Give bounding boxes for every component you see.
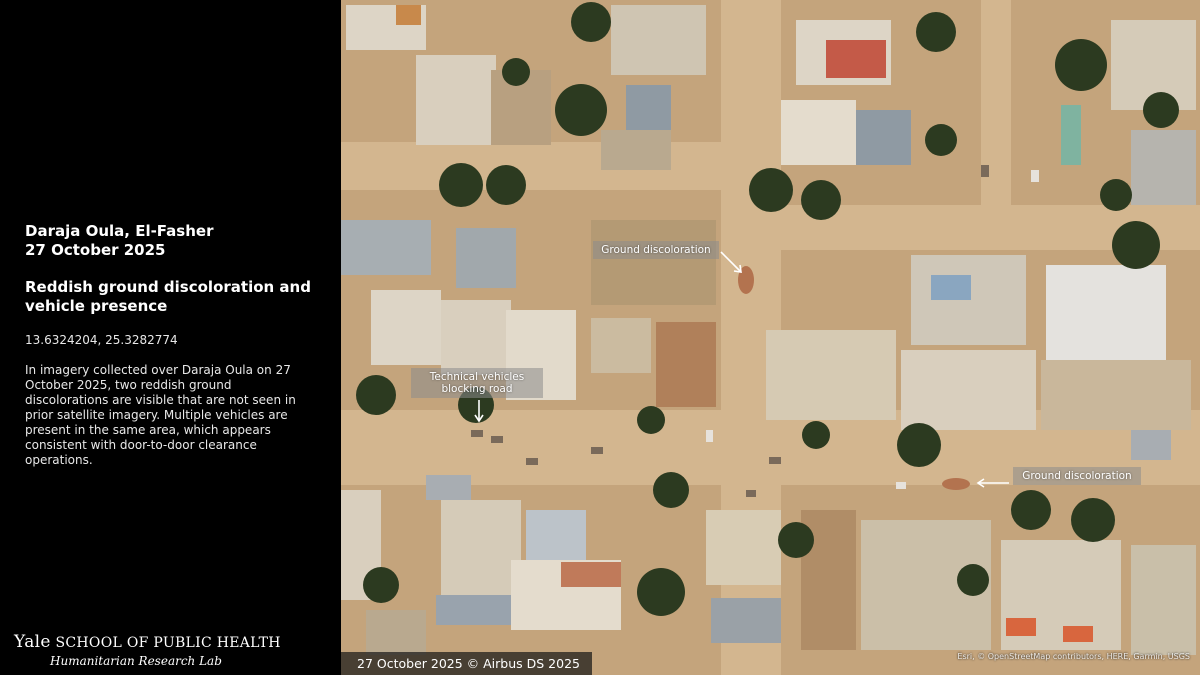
compound (601, 130, 671, 170)
compound (591, 220, 716, 305)
tree (637, 568, 685, 616)
building (436, 595, 511, 625)
vehicle (1031, 170, 1039, 182)
vehicle (591, 447, 603, 454)
building (441, 500, 521, 600)
location-title: Daraja Oula, El-Fasher (25, 222, 214, 240)
tree (802, 421, 830, 449)
building (1131, 545, 1196, 655)
tree (916, 12, 956, 52)
tree (749, 168, 793, 212)
imagery-credit: 27 October 2025 © Airbus DS 2025 (341, 652, 592, 675)
tree (1100, 179, 1132, 211)
tree (486, 165, 526, 205)
satellite-image: Ground discoloration Technical vehicles … (341, 0, 1200, 675)
building (1063, 626, 1093, 642)
tree (439, 163, 483, 207)
building (1046, 265, 1166, 360)
satellite-scene (341, 0, 1200, 675)
tree (925, 124, 957, 156)
info-panel: Daraja Oula, El-Fasher 27 October 2025 R… (0, 0, 340, 675)
building (1006, 618, 1036, 636)
building (526, 510, 586, 565)
yale-logo: Yale SCHOOL OF PUBLIC HEALTH Humanitaria… (14, 632, 281, 668)
vehicle (896, 482, 906, 489)
vehicle (769, 457, 781, 464)
label-technical-vehicles: Technical vehicles blocking road (411, 368, 543, 398)
vehicle (746, 490, 756, 497)
finding-headline: Reddish ground discoloration and vehicle… (25, 278, 311, 315)
school-wordmark: SCHOOL OF PUBLIC HEALTH (55, 635, 281, 651)
yale-wordmark: Yale (14, 632, 51, 652)
tree (1143, 92, 1179, 128)
building (611, 5, 706, 75)
yale-school-name: Yale SCHOOL OF PUBLIC HEALTH (14, 632, 281, 652)
building (856, 110, 911, 165)
building (1131, 130, 1196, 205)
tree (363, 567, 399, 603)
finding-description: In imagery collected over Daraja Oula on… (25, 363, 296, 467)
vehicle (491, 436, 503, 443)
building (441, 300, 511, 375)
map-attribution: Esri, © OpenStreetMap contributors, HERE… (957, 652, 1190, 661)
tree (571, 2, 611, 42)
building (426, 475, 471, 500)
tree (1071, 498, 1115, 542)
tree (801, 180, 841, 220)
tree (778, 522, 814, 558)
label-ground-discoloration-1: Ground discoloration (593, 241, 719, 259)
building (371, 290, 441, 365)
building (901, 350, 1036, 430)
building (416, 55, 496, 145)
building (931, 275, 971, 300)
building (706, 510, 781, 585)
tree (897, 423, 941, 467)
tree (356, 375, 396, 415)
compound (656, 322, 716, 407)
building (396, 5, 421, 25)
reddish-discoloration (942, 478, 970, 490)
building (711, 598, 781, 643)
building (561, 562, 621, 587)
tree (957, 564, 989, 596)
building (456, 228, 516, 288)
tree (1011, 490, 1051, 530)
building (341, 220, 431, 275)
vehicle (981, 165, 989, 177)
tree (1055, 39, 1107, 91)
tree (555, 84, 607, 136)
label-ground-discoloration-2: Ground discoloration (1013, 467, 1141, 485)
vehicle (706, 430, 713, 442)
road-upper-west (341, 142, 761, 190)
info-content: Daraja Oula, El-Fasher 27 October 2025 R… (25, 222, 315, 468)
vehicle (471, 430, 483, 437)
building (766, 330, 896, 420)
tree (502, 58, 530, 86)
lab-name: Humanitarian Research Lab (50, 654, 222, 668)
compound (366, 610, 426, 655)
compound (1041, 360, 1191, 430)
location-date: 27 October 2025 (25, 241, 166, 259)
coordinates: 13.6324204, 25.3282774 (25, 333, 178, 347)
pool (1061, 105, 1081, 165)
vehicle (526, 458, 538, 465)
building (1131, 430, 1171, 460)
tree (653, 472, 689, 508)
building (591, 318, 651, 373)
building (781, 100, 856, 165)
lane-north (981, 0, 1011, 220)
building (826, 40, 886, 78)
tree (1112, 221, 1160, 269)
tree (637, 406, 665, 434)
